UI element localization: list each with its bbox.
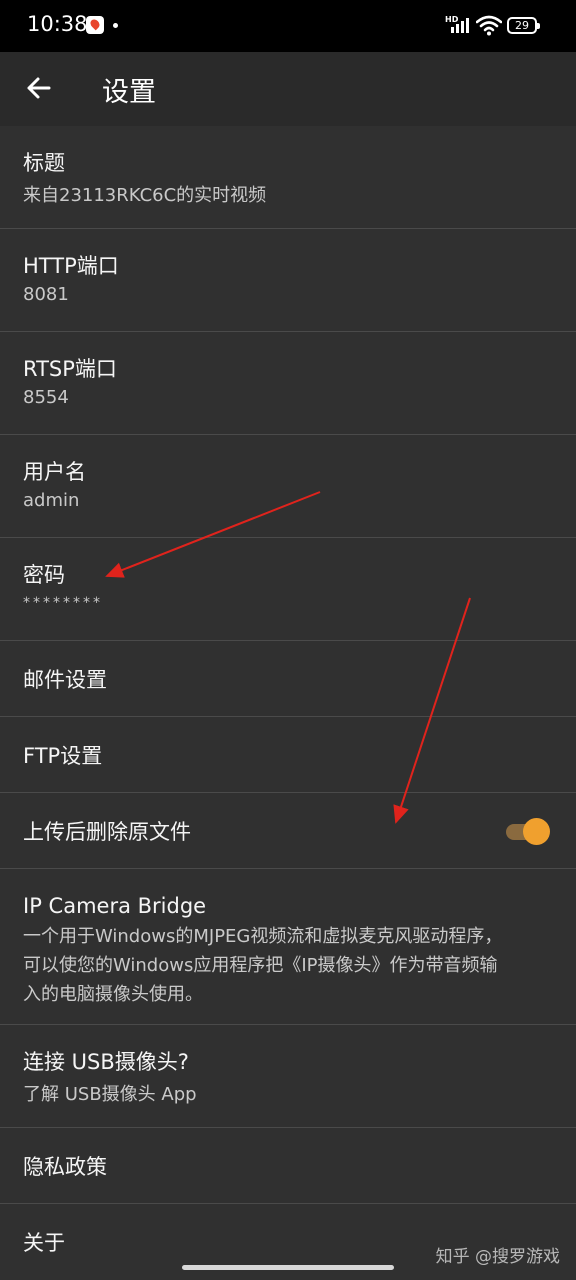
- settings-list: 标题 来自23113RKC6C的实时视频 HTTP端口 8081 RTSP端口 …: [0, 126, 576, 1280]
- setting-ip-camera-bridge-label: IP Camera Bridge: [23, 894, 207, 918]
- setting-password[interactable]: 密码 ********: [0, 538, 576, 641]
- setting-title[interactable]: 标题 来自23113RKC6C的实时视频: [0, 126, 576, 229]
- setting-http-port[interactable]: HTTP端口 8081: [0, 229, 576, 332]
- description-line: 一个用于Windows的MJPEG视频流和虚拟麦克风驱动程序，: [23, 926, 503, 947]
- setting-rtsp-port[interactable]: RTSP端口 8554: [0, 332, 576, 435]
- setting-username-label: 用户名: [23, 460, 86, 484]
- setting-rtsp-port-value: 8554: [23, 387, 69, 408]
- toggle-knob: [523, 818, 550, 845]
- arrow-left-icon[interactable]: [18, 66, 62, 110]
- setting-ip-camera-bridge[interactable]: IP Camera Bridge 一个用于Windows的MJPEG视频流和虚拟…: [0, 869, 576, 1025]
- setting-http-port-value: 8081: [23, 284, 69, 305]
- status-time: 10:38: [27, 12, 88, 36]
- status-bar: 10:38 HD 29: [0, 0, 576, 52]
- setting-delete-after-upload-label: 上传后删除原文件: [23, 819, 191, 844]
- description-line: 可以使您的Windows应用程序把《IP摄像头》作为带音频输: [23, 955, 498, 976]
- setting-about-label: 关于: [23, 1231, 65, 1255]
- setting-usb-camera-value: 了解 USB摄像头 App: [23, 1084, 197, 1105]
- setting-password-value: ********: [23, 595, 103, 611]
- setting-mail[interactable]: 邮件设置: [0, 641, 576, 717]
- wifi-icon: [476, 15, 502, 36]
- setting-http-port-label: HTTP端口: [23, 254, 119, 278]
- setting-privacy[interactable]: 隐私政策: [0, 1128, 576, 1204]
- setting-ftp[interactable]: FTP设置: [0, 717, 576, 793]
- battery-icon: 29: [507, 17, 540, 34]
- app-bar: 设置: [0, 52, 576, 126]
- watermark: 知乎 @搜罗游戏: [435, 1247, 560, 1267]
- setting-username-value: admin: [23, 490, 80, 511]
- battery-level: 29: [515, 19, 529, 32]
- setting-mail-label: 邮件设置: [23, 667, 107, 692]
- delete-after-upload-toggle[interactable]: [504, 817, 550, 845]
- notification-dot-icon: [113, 23, 118, 28]
- setting-ftp-label: FTP设置: [23, 743, 103, 768]
- setting-username[interactable]: 用户名 admin: [0, 435, 576, 538]
- map-pin-app-icon: [86, 16, 104, 34]
- setting-rtsp-port-label: RTSP端口: [23, 357, 117, 381]
- setting-usb-camera[interactable]: 连接 USB摄像头? 了解 USB摄像头 App: [0, 1025, 576, 1128]
- setting-delete-after-upload[interactable]: 上传后删除原文件: [0, 793, 576, 869]
- description-line: 入的电脑摄像头使用。: [23, 984, 203, 1005]
- setting-ip-camera-bridge-description: 一个用于Windows的MJPEG视频流和虚拟麦克风驱动程序， 可以使您的Win…: [23, 922, 553, 1009]
- setting-title-value: 来自23113RKC6C的实时视频: [23, 185, 267, 206]
- setting-title-label: 标题: [23, 151, 65, 175]
- setting-usb-camera-label: 连接 USB摄像头?: [23, 1050, 189, 1074]
- settings-screen: 10:38 HD 29 设置 标题 来自23113RKC6C的实时视频 HTTP…: [0, 0, 576, 1280]
- setting-password-label: 密码: [23, 563, 65, 587]
- setting-privacy-label: 隐私政策: [23, 1154, 107, 1179]
- signal-icon: [447, 17, 469, 33]
- page-title: 设置: [102, 77, 156, 108]
- home-indicator[interactable]: [182, 1265, 394, 1270]
